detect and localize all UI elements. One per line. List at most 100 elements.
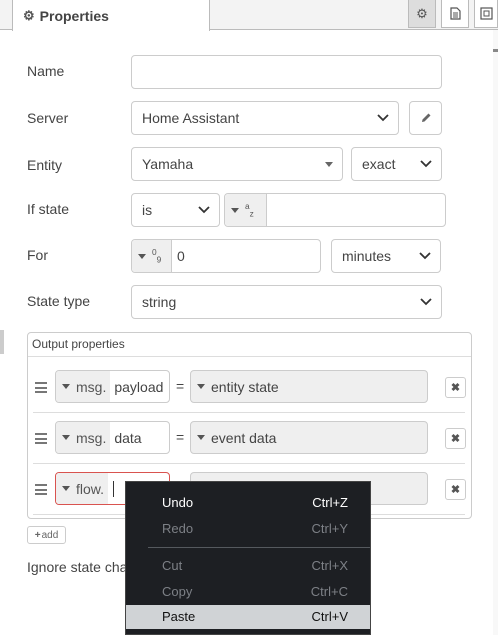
output-property-name-input[interactable]: msg. payload bbox=[55, 370, 170, 403]
menu-item-shortcut: Ctrl+X bbox=[311, 558, 348, 573]
close-icon: ✖ bbox=[450, 382, 461, 394]
menu-item-shortcut: Ctrl+V bbox=[311, 609, 348, 624]
output-property-value-select[interactable]: entity state bbox=[190, 370, 428, 403]
caret-down-icon bbox=[197, 435, 205, 440]
menu-item-shortcut: Ctrl+Y bbox=[311, 521, 348, 536]
chevron-down-icon bbox=[420, 160, 432, 168]
menu-separator bbox=[148, 547, 370, 548]
ifstate-type-button[interactable]: az bbox=[225, 194, 267, 226]
drag-handle-icon[interactable] bbox=[35, 382, 47, 393]
output-property-value-select[interactable]: event data bbox=[190, 421, 428, 454]
menu-item-label: Cut bbox=[162, 558, 183, 573]
entity-value: Yamaha bbox=[142, 156, 194, 172]
scrollbar-thumb[interactable] bbox=[493, 49, 498, 52]
settings-tab-button[interactable]: ⚙ bbox=[408, 0, 436, 28]
description-tab-button[interactable] bbox=[441, 0, 469, 28]
statetype-label: State type bbox=[27, 293, 91, 309]
for-label: For bbox=[27, 247, 48, 263]
property-type-button[interactable]: flow. bbox=[56, 473, 109, 504]
menu-item-label: Copy bbox=[162, 584, 193, 599]
name-input[interactable] bbox=[131, 55, 442, 89]
ifstate-label: If state bbox=[27, 201, 70, 217]
property-type-button[interactable]: msg. bbox=[56, 371, 111, 402]
close-icon: ✖ bbox=[450, 433, 461, 445]
menu-item-copy[interactable]: Copy Ctrl+C bbox=[126, 580, 370, 604]
menu-item-paste[interactable]: Paste Ctrl+V bbox=[126, 605, 370, 629]
property-name: data bbox=[114, 429, 142, 446]
statetype-value: string bbox=[142, 294, 177, 310]
chevron-down-icon bbox=[377, 114, 389, 122]
caret-down-icon bbox=[231, 207, 239, 213]
context-menu: Undo Ctrl+Z Redo Ctrl+Y Cut Ctrl+X Copy … bbox=[125, 481, 371, 635]
property-value: entity state bbox=[211, 378, 279, 395]
ifstate-value-input[interactable]: az bbox=[224, 193, 446, 227]
property-name: payload bbox=[114, 378, 164, 395]
add-output-property-button[interactable]: + add bbox=[27, 526, 66, 544]
divider bbox=[28, 356, 471, 357]
property-type-button[interactable]: msg. bbox=[56, 422, 111, 453]
property-value: event data bbox=[211, 429, 277, 446]
caret-down-icon bbox=[62, 435, 70, 440]
for-unit-value: minutes bbox=[342, 248, 392, 264]
divider bbox=[33, 412, 465, 413]
entity-match-value: exact bbox=[362, 156, 396, 172]
menu-item-label: Paste bbox=[162, 609, 196, 624]
caret-down-icon bbox=[62, 486, 70, 491]
menu-item-label: Undo bbox=[162, 495, 194, 510]
menu-item-cut[interactable]: Cut Ctrl+X bbox=[126, 554, 370, 578]
caret-down-icon bbox=[138, 253, 146, 259]
chevron-down-icon bbox=[198, 206, 210, 214]
caret-down-icon bbox=[197, 384, 205, 389]
menu-item-undo[interactable]: Undo Ctrl+Z bbox=[126, 491, 370, 515]
gear-icon: ⚙ bbox=[23, 7, 35, 23]
number-type-icon: 09 bbox=[152, 247, 162, 265]
menu-item-redo[interactable]: Redo Ctrl+Y bbox=[126, 517, 370, 541]
scrollbar[interactable] bbox=[493, 30, 498, 635]
string-type-icon: az bbox=[245, 201, 254, 219]
property-prefix: msg. bbox=[76, 378, 107, 395]
pencil-icon bbox=[421, 113, 430, 122]
equals-sign: = bbox=[176, 429, 185, 445]
plus-icon: + bbox=[34, 529, 41, 541]
property-prefix: flow. bbox=[76, 480, 105, 497]
chevron-down-icon bbox=[420, 298, 432, 306]
ifstate-operator-value: is bbox=[142, 202, 153, 218]
text-cursor bbox=[113, 480, 115, 497]
menu-item-shortcut: Ctrl+Z bbox=[312, 495, 348, 510]
for-unit-select[interactable]: minutes bbox=[331, 239, 441, 273]
edit-server-button[interactable] bbox=[409, 101, 442, 135]
menu-item-shortcut: Ctrl+C bbox=[310, 584, 348, 599]
tab-properties-label: Properties bbox=[39, 7, 109, 24]
chevron-down-icon bbox=[419, 252, 431, 260]
gear-icon: ⚙ bbox=[416, 5, 428, 21]
drag-handle-icon[interactable] bbox=[35, 433, 47, 444]
ifstate-operator-select[interactable]: is bbox=[131, 193, 220, 227]
drag-handle-icon[interactable] bbox=[35, 484, 47, 495]
caret-down-icon bbox=[325, 162, 333, 167]
output-properties-title: Output properties bbox=[32, 337, 125, 351]
server-label: Server bbox=[27, 110, 69, 126]
equals-sign: = bbox=[176, 378, 185, 394]
entity-match-select[interactable]: exact bbox=[351, 147, 442, 181]
appearance-tab-button[interactable] bbox=[474, 0, 498, 28]
resize-handle[interactable] bbox=[0, 330, 4, 354]
remove-row-button[interactable]: ✖ bbox=[445, 479, 466, 500]
entity-label: Entity bbox=[27, 157, 63, 173]
divider bbox=[33, 463, 465, 464]
remove-row-button[interactable]: ✖ bbox=[445, 377, 466, 398]
for-value: 0 bbox=[177, 248, 185, 264]
output-property-name-input[interactable]: msg. data bbox=[55, 421, 170, 454]
entity-combobox[interactable]: Yamaha bbox=[131, 147, 343, 181]
name-label: Name bbox=[27, 63, 65, 79]
property-prefix: msg. bbox=[76, 429, 107, 446]
server-select-value: Home Assistant bbox=[142, 110, 240, 126]
tab-properties[interactable]: ⚙ Properties bbox=[12, 0, 210, 31]
menu-item-label: Redo bbox=[162, 521, 194, 536]
ignore-state-label: Ignore state cha bbox=[27, 559, 128, 575]
document-icon bbox=[449, 7, 461, 20]
statetype-select[interactable]: string bbox=[131, 285, 442, 319]
server-select[interactable]: Home Assistant bbox=[131, 101, 399, 135]
for-type-button[interactable]: 09 bbox=[132, 240, 172, 272]
for-duration-input[interactable]: 09 0 bbox=[131, 239, 321, 273]
remove-row-button[interactable]: ✖ bbox=[445, 428, 466, 449]
